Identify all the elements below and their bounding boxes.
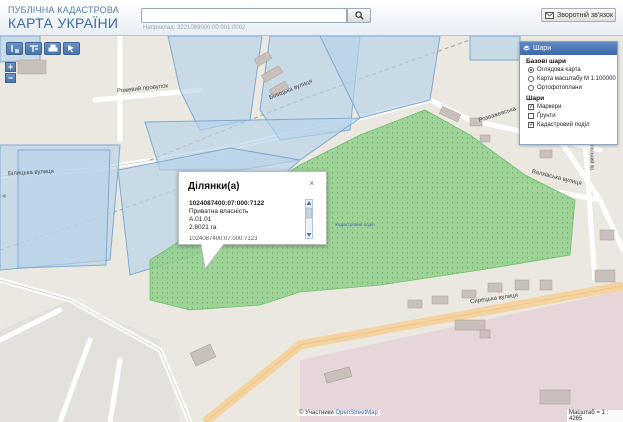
- zoom-in-button[interactable]: +: [5, 62, 16, 72]
- collapse-arrow-icon[interactable]: ◄: [0, 193, 7, 200]
- feedback-button[interactable]: Зворотній зв'язок: [541, 8, 616, 22]
- base-layers-heading: Базові шари: [526, 58, 567, 65]
- print-button[interactable]: [44, 42, 61, 55]
- pointer-tool-button[interactable]: [63, 42, 80, 55]
- base-layer-label: Оглядова карта: [537, 67, 581, 73]
- pointer-icon: [67, 45, 74, 53]
- base-layer-map-100000[interactable]: Карта масштабу М 1:100000: [528, 75, 617, 83]
- popup-pointer: [200, 244, 225, 270]
- header-bar: ПУБЛІЧНА КАДАСТРОВА КАРТА УКРАЇНИ Наприк…: [0, 0, 623, 36]
- filter-tool-icon: [29, 45, 38, 52]
- search-button[interactable]: [347, 8, 371, 23]
- attribution-text: © Участники: [299, 410, 334, 416]
- popup-scrollbar[interactable]: [305, 199, 313, 239]
- layers-panel-header[interactable]: Шари: [520, 42, 617, 55]
- base-layer-overview[interactable]: Оглядова карта: [528, 66, 617, 74]
- scale-indicator: Масштаб = 1 : 4265: [567, 410, 623, 422]
- map-attribution: © Участники OpenStreetMap: [297, 410, 380, 416]
- checkbox-checked[interactable]: ✓: [528, 122, 534, 128]
- layers-tool-icon: [10, 45, 19, 53]
- radio-selected[interactable]: [528, 67, 534, 73]
- layers-panel: Шари Базові шари Оглядова карта Карта ма…: [519, 41, 618, 145]
- layers-icon: [523, 45, 530, 51]
- layers-tool-button[interactable]: [6, 42, 23, 55]
- area-value: 2.8021 га: [189, 224, 217, 231]
- osm-link[interactable]: OpenStreetMap: [335, 410, 377, 416]
- checkbox[interactable]: [528, 113, 534, 119]
- cadastral-number[interactable]: 1024087400:07:000:7122: [189, 200, 307, 208]
- parcel-caption: Кадастровий поділ: [335, 222, 375, 227]
- layer-markers[interactable]: ✓ Маркери: [528, 103, 617, 111]
- layer-soils[interactable]: Ґрунти: [528, 112, 617, 120]
- zoom-out-button[interactable]: −: [5, 73, 16, 83]
- layer-cadastral[interactable]: ✓ Кадастровий поділ: [528, 121, 617, 129]
- base-layer-label: Ортофотоплани: [537, 85, 582, 91]
- filter-tool-button[interactable]: [25, 42, 42, 55]
- overlay-layers-heading: Шари: [526, 95, 545, 102]
- radio[interactable]: [528, 76, 534, 82]
- checkbox-checked[interactable]: ✓: [528, 104, 534, 110]
- search-icon: [354, 11, 364, 20]
- layer-label: Кадастровий поділ: [537, 122, 590, 128]
- next-cadastral-number[interactable]: 1024087400:07:000:7123: [189, 236, 257, 240]
- ownership-text: Приватна власність: [189, 208, 249, 215]
- radio[interactable]: [528, 85, 534, 91]
- logo-subtitle[interactable]: ПУБЛІЧНА КАДАСТРОВА: [8, 5, 119, 15]
- layers-panel-title: Шари: [533, 45, 552, 52]
- close-icon[interactable]: ×: [309, 178, 314, 188]
- popup-content: 1024087400:07:000:7122 Приватна власніст…: [189, 200, 307, 232]
- base-layer-orthophoto[interactable]: Ортофотоплани: [528, 84, 617, 92]
- print-icon: [48, 44, 57, 52]
- search-hint: Наприклад: 3221089000:00:001:0002: [143, 25, 246, 31]
- feedback-label: Зворотній зв'язок: [557, 11, 614, 19]
- mail-icon: [545, 11, 554, 19]
- layer-label: Маркери: [537, 104, 562, 110]
- base-layer-label: Карта масштабу М 1:100000: [537, 76, 616, 82]
- search-input[interactable]: [141, 8, 347, 23]
- logo-title[interactable]: КАРТА УКРАЇНИ: [8, 15, 118, 31]
- layer-label: Ґрунти: [537, 113, 556, 119]
- purpose-code: А.01.01: [189, 216, 212, 223]
- popup-title: Ділянки(а): [188, 181, 240, 192]
